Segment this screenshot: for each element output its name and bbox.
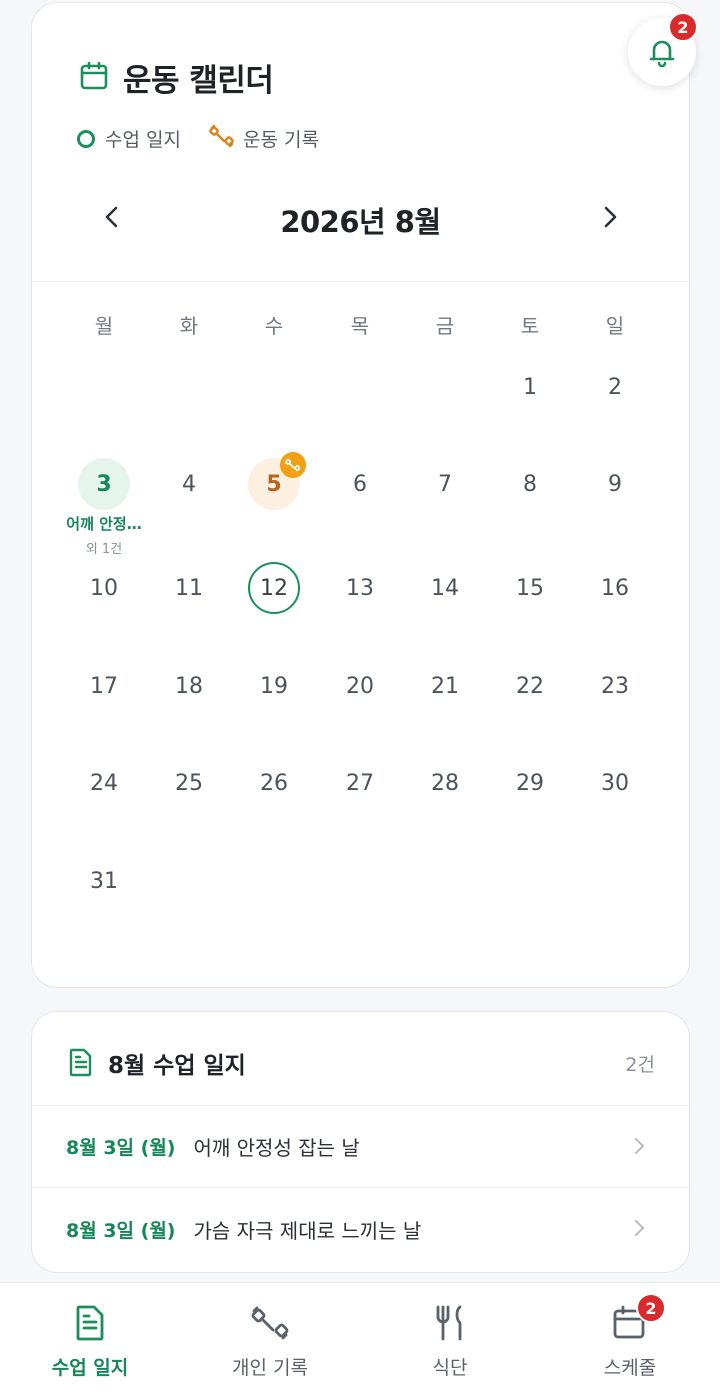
notification-button[interactable]: 2 — [628, 12, 698, 86]
day-log-title: 어깨 안정… — [66, 515, 142, 533]
calendar-day[interactable]: 17 — [78, 660, 130, 712]
calendar-day[interactable]: 10 — [78, 562, 130, 614]
log-list-item[interactable]: 8월 3일 (월) 어깨 안정성 잡는 날 — [32, 1106, 689, 1188]
schedule-count-badge: 2 — [636, 1293, 666, 1323]
calendar-grid: 1 2 3 4 5 6 7 8 9 어깨 안정… 외 1건 10 11 12 1… — [0, 0, 720, 1000]
nav-tab-schedule[interactable]: 2 스케줄 — [540, 1283, 720, 1400]
day-log-more: 외 1건 — [85, 542, 123, 557]
day-number: 5 — [266, 471, 282, 497]
calendar-day[interactable]: 7 — [419, 458, 471, 510]
calendar-day-with-workout[interactable]: 5 — [248, 452, 306, 510]
bottom-navigation: 수업 일지 개인 기록 식단 2 스케줄 — [0, 1282, 720, 1400]
calendar-day[interactable]: 2 — [589, 361, 641, 413]
nav-tab-label: 개인 기록 — [232, 1357, 308, 1379]
day-log-preview: 어깨 안정… 외 1건 — [44, 513, 164, 557]
fork-knife-icon — [436, 1305, 462, 1341]
nav-tab-personal-records[interactable]: 개인 기록 — [180, 1283, 360, 1400]
logs-header: 8월 수업 일지 2건 — [32, 1012, 689, 1106]
nav-tab-diet[interactable]: 식단 — [360, 1283, 540, 1400]
calendar-day-with-log[interactable]: 3 — [78, 458, 130, 510]
logs-title: 8월 수업 일지 — [108, 1053, 246, 1079]
calendar-day[interactable]: 4 — [163, 458, 215, 510]
app-screen: 운동 캘린더 수업 일지 운동 기록 2026년 8월 월 화 수 목 금 토 … — [0, 0, 720, 1400]
calendar-day[interactable]: 15 — [504, 562, 556, 614]
document-icon — [76, 1305, 104, 1341]
calendar-day[interactable]: 19 — [248, 660, 300, 712]
nav-tab-label: 스케줄 — [603, 1357, 657, 1379]
calendar-day[interactable]: 21 — [419, 660, 471, 712]
chevron-right-icon — [635, 1220, 644, 1236]
calendar-day[interactable]: 30 — [589, 757, 641, 809]
document-icon — [69, 1048, 92, 1077]
nav-tab-label: 수업 일지 — [51, 1357, 129, 1379]
log-list-item[interactable]: 8월 3일 (월) 가슴 자극 제대로 느끼는 날 — [32, 1188, 689, 1270]
calendar-day[interactable]: 14 — [419, 562, 471, 614]
calendar-day[interactable]: 25 — [163, 757, 215, 809]
dumbbell-icon — [285, 458, 301, 472]
bell-icon — [649, 40, 675, 68]
calendar-day[interactable]: 22 — [504, 660, 556, 712]
calendar-day-today[interactable]: 12 — [248, 562, 300, 614]
calendar-day[interactable]: 24 — [78, 757, 130, 809]
calendar-day[interactable]: 23 — [589, 660, 641, 712]
dumbbell-icon — [251, 1306, 289, 1340]
calendar-day[interactable]: 18 — [163, 660, 215, 712]
calendar-day[interactable]: 20 — [334, 660, 386, 712]
calendar-day[interactable]: 9 — [589, 458, 641, 510]
monthly-logs-card: 8월 수업 일지 2건 8월 3일 (월) 어깨 안정성 잡는 날 8월 3일 … — [31, 1011, 690, 1273]
log-date: 8월 3일 (월) — [66, 1219, 176, 1242]
nav-tab-label: 식단 — [432, 1357, 468, 1379]
calendar-day[interactable]: 6 — [334, 458, 386, 510]
calendar-day[interactable]: 26 — [248, 757, 300, 809]
calendar-day[interactable]: 16 — [589, 562, 641, 614]
nav-tab-class-logs[interactable]: 수업 일지 — [0, 1283, 180, 1400]
calendar-day[interactable]: 29 — [504, 757, 556, 809]
log-title: 어깨 안정성 잡는 날 — [193, 1136, 360, 1160]
calendar-day[interactable]: 27 — [334, 757, 386, 809]
workout-badge — [280, 452, 306, 478]
chevron-right-icon — [635, 1138, 644, 1154]
calendar-day[interactable]: 13 — [334, 562, 386, 614]
notification-count-badge: 2 — [668, 12, 698, 42]
calendar-day[interactable]: 28 — [419, 757, 471, 809]
calendar-day[interactable]: 1 — [504, 361, 556, 413]
log-title: 가슴 자극 제대로 느끼는 날 — [193, 1218, 422, 1243]
logs-count: 2건 — [625, 1054, 655, 1076]
calendar-day[interactable]: 31 — [78, 855, 130, 907]
calendar-day[interactable]: 8 — [504, 458, 556, 510]
calendar-day[interactable]: 11 — [163, 562, 215, 614]
log-date: 8월 3일 (월) — [66, 1137, 176, 1159]
